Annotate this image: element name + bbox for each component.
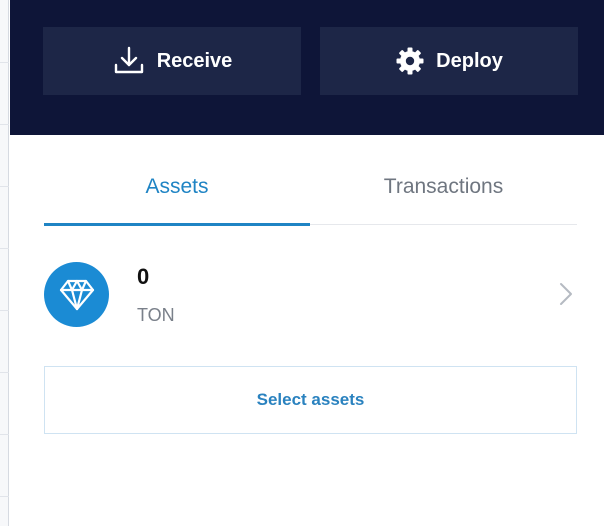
asset-symbol: TON (137, 305, 175, 325)
receive-button[interactable]: Receive (43, 27, 301, 95)
edge-tick (0, 124, 9, 125)
asset-row-ton[interactable]: 0 TON (44, 250, 577, 340)
edge-tick (0, 248, 9, 249)
edge-tick (0, 310, 9, 311)
edge-tick (0, 186, 9, 187)
edge-tick (0, 372, 9, 373)
asset-amount: 0 (137, 264, 150, 289)
tab-transactions[interactable]: Transactions (310, 148, 577, 225)
wallet-header: Receive Deploy (10, 0, 604, 135)
deploy-button[interactable]: Deploy (320, 27, 578, 95)
tab-bar: Assets Transactions (44, 148, 577, 226)
edge-tick (0, 496, 9, 497)
tab-assets[interactable]: Assets (44, 148, 310, 226)
receive-label: Receive (156, 49, 233, 72)
chevron-right-icon (559, 282, 573, 311)
edge-tick (0, 62, 9, 63)
ton-diamond-icon (44, 262, 109, 327)
left-edge-panel (0, 0, 9, 526)
gear-icon (395, 46, 425, 76)
download-icon (112, 45, 146, 77)
deploy-label: Deploy (436, 49, 503, 72)
select-assets-button[interactable]: Select assets (44, 366, 577, 434)
edge-tick (0, 434, 9, 435)
